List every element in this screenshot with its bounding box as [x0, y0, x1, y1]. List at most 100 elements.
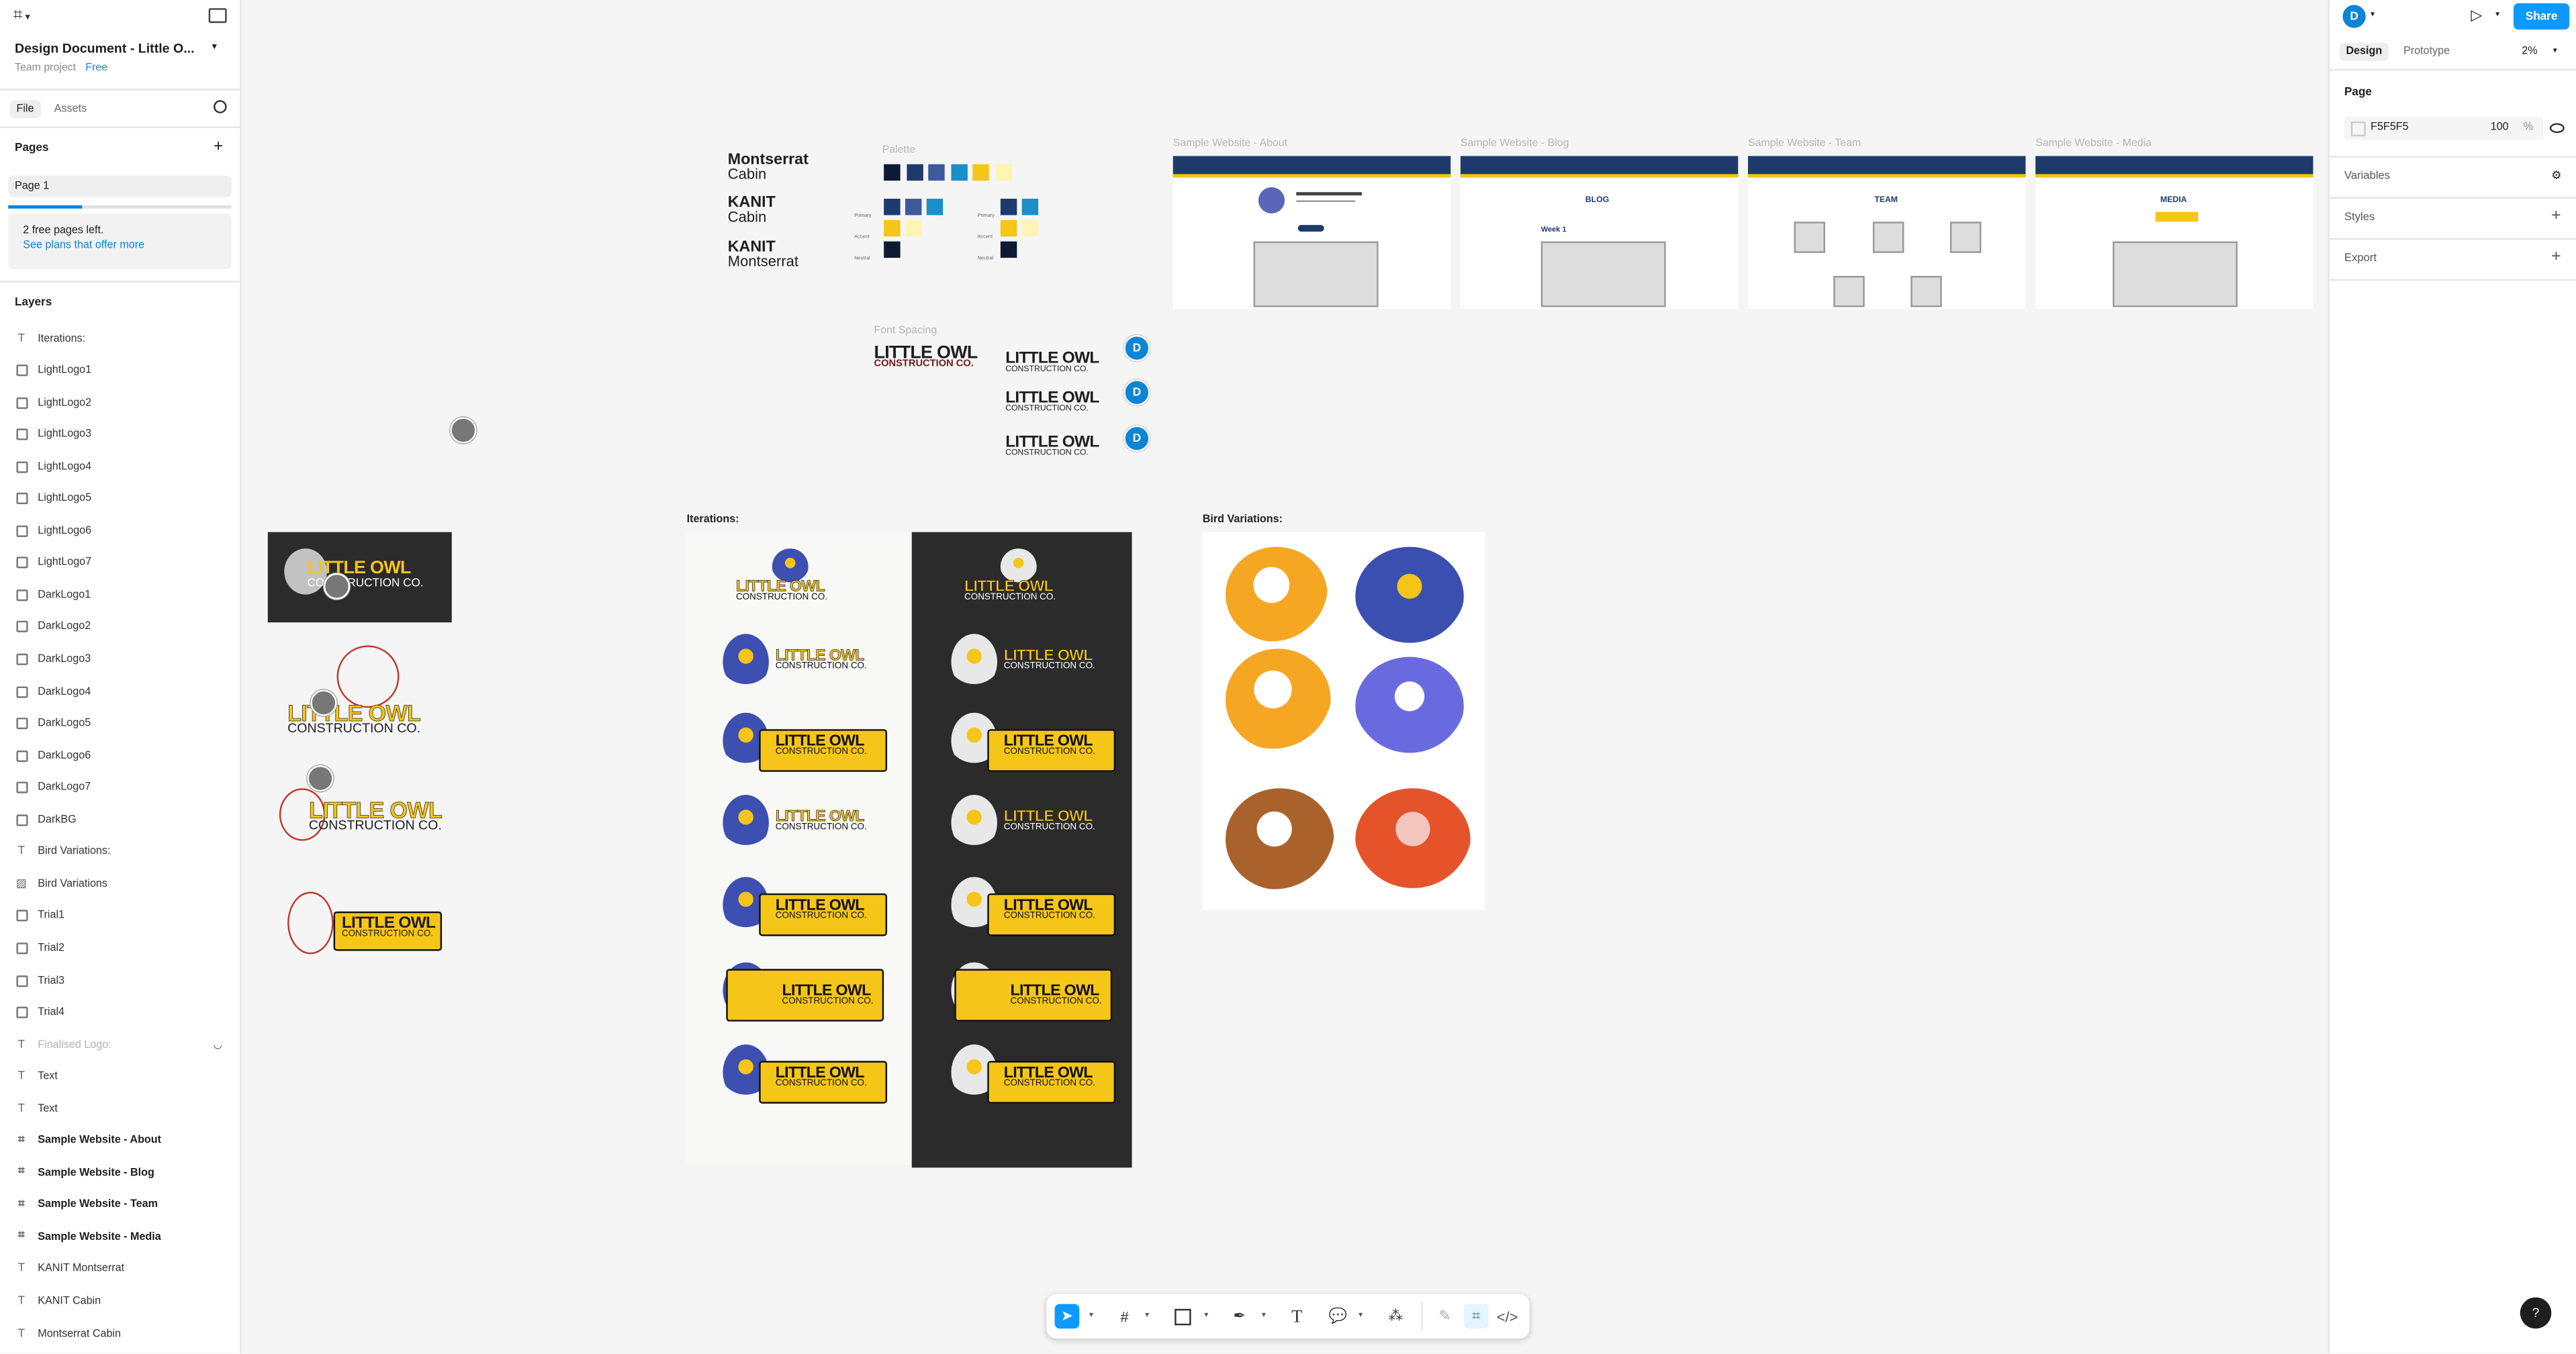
- page-background-field[interactable]: F5F5F5 100 %: [2344, 116, 2544, 140]
- plan-badge[interactable]: Free: [85, 62, 107, 74]
- website-team-frame[interactable]: TEAM: [1747, 156, 2026, 309]
- layer-item[interactable]: T Bird Variations:: [15, 842, 111, 862]
- rectangle-tool-icon[interactable]: [1170, 1304, 1195, 1328]
- variables-settings-icon[interactable]: ⚙: [2551, 169, 2561, 182]
- text-tool-icon[interactable]: T: [1285, 1304, 1309, 1328]
- move-tool-chevron-icon[interactable]: ▾: [1089, 1310, 1093, 1320]
- help-button[interactable]: ?: [2520, 1297, 2552, 1329]
- layer-item[interactable]: ▨ Bird Variations: [15, 874, 107, 893]
- tab-file[interactable]: File: [9, 100, 41, 119]
- layer-item[interactable]: T Iterations:: [15, 328, 86, 348]
- styles-section[interactable]: Styles: [2344, 212, 2375, 224]
- toggle-sidebar-icon[interactable]: [208, 8, 227, 23]
- hidden-eye-icon[interactable]: ◡: [214, 1039, 222, 1051]
- dev-mode-icon[interactable]: </>: [1495, 1304, 1520, 1328]
- layer-item[interactable]: T Text: [15, 1099, 58, 1118]
- frame-label-team[interactable]: Sample Website - Team: [1748, 138, 1861, 149]
- zoom-level[interactable]: 2%: [2522, 46, 2537, 57]
- layer-item[interactable]: LightLogo6: [15, 521, 91, 540]
- font-samples[interactable]: Montserrat Cabin KANIT Cabin KANIT Monts…: [728, 150, 876, 273]
- present-play-icon[interactable]: ▷: [2471, 7, 2482, 25]
- light-logo-iteration[interactable]: LITTLE OWL CONSTRUCTION CO.: [720, 962, 884, 1035]
- dark-logo-iteration[interactable]: LITTLE OWL CONSTRUCTION CO.: [948, 548, 1113, 621]
- layer-item[interactable]: LightLogo4: [15, 457, 91, 477]
- layer-item[interactable]: T KANIT Montserrat: [15, 1259, 125, 1279]
- dark-logo-iteration[interactable]: LITTLE OWL CONSTRUCTION CO.: [948, 1044, 1116, 1117]
- logo-trial-2[interactable]: LITTLE OWL CONSTRUCTION CO.: [279, 645, 460, 752]
- search-icon[interactable]: [214, 100, 227, 113]
- layer-item[interactable]: DarkLogo6: [15, 746, 91, 765]
- layer-item[interactable]: LightLogo5: [15, 489, 91, 508]
- layer-item[interactable]: DarkLogo3: [15, 650, 91, 669]
- iterations-label[interactable]: Iterations:: [687, 514, 739, 526]
- variables-section[interactable]: Variables: [2344, 171, 2390, 182]
- bird-variations-label[interactable]: Bird Variations:: [1203, 514, 1283, 526]
- light-logo-iteration[interactable]: LITTLE OWL CONSTRUCTION CO.: [720, 795, 884, 867]
- dark-logo-iteration[interactable]: LITTLE OWL CONSTRUCTION CO.: [948, 962, 1113, 1035]
- layer-item[interactable]: DarkLogo2: [15, 618, 91, 637]
- palette-frame[interactable]: Palette Primary Accent Neutral Primary A…: [854, 144, 1101, 267]
- move-tool-icon[interactable]: ➤: [1054, 1304, 1080, 1329]
- light-logo-iteration[interactable]: LITTLE OWL CONSTRUCTION CO.: [720, 877, 888, 949]
- collaborator-photo-avatar[interactable]: [310, 689, 337, 716]
- visibility-eye-icon[interactable]: [2549, 123, 2565, 134]
- layer-item[interactable]: ⌗ Sample Website - Media: [15, 1227, 161, 1247]
- layer-item[interactable]: DarkLogo1: [15, 585, 91, 605]
- layer-item[interactable]: Trial1: [15, 906, 64, 926]
- main-menu-button[interactable]: ⌗ ▾: [13, 7, 30, 25]
- layer-item[interactable]: LightLogo7: [15, 553, 91, 573]
- add-export-icon[interactable]: +: [2551, 248, 2561, 266]
- layer-item[interactable]: Trial2: [15, 938, 64, 958]
- layer-item[interactable]: DarkBG: [15, 810, 77, 830]
- layer-item[interactable]: ⌗ Sample Website - Team: [15, 1196, 158, 1215]
- design-mode-icon[interactable]: ⌗: [1463, 1304, 1489, 1329]
- light-logo-iteration[interactable]: LITTLE OWL CONSTRUCTION CO.: [720, 1044, 888, 1117]
- layer-item[interactable]: T KANIT Cabin: [15, 1292, 101, 1311]
- light-logo-iteration[interactable]: LITTLE OWL CONSTRUCTION CO.: [720, 634, 884, 706]
- layer-item[interactable]: DarkLogo7: [15, 778, 91, 797]
- file-title-chevron-icon[interactable]: ▾: [212, 41, 217, 53]
- see-plans-link[interactable]: See plans that offer more: [23, 240, 144, 251]
- light-logo-iteration[interactable]: LITTLE OWL CONSTRUCTION CO.: [720, 712, 888, 785]
- website-media-frame[interactable]: MEDIA: [2035, 156, 2313, 309]
- comment-tool-icon[interactable]: 💬: [1326, 1304, 1350, 1328]
- present-chevron-icon[interactable]: ▾: [2495, 10, 2499, 20]
- collaborator-photo-avatar[interactable]: [323, 573, 351, 599]
- logo-trial-3[interactable]: LITTLE OWL CONSTRUCTION CO.: [279, 781, 460, 847]
- layer-item[interactable]: Trial3: [15, 971, 64, 990]
- page-item[interactable]: Page 1: [8, 175, 232, 197]
- share-button[interactable]: Share: [2513, 3, 2570, 30]
- layer-item[interactable]: LightLogo1: [15, 360, 91, 380]
- rectangle-tool-chevron-icon[interactable]: ▾: [1204, 1310, 1208, 1320]
- layer-item[interactable]: DarkLogo4: [15, 681, 91, 701]
- font-spacing-frame[interactable]: Font Spacing LITTLE OWL CONSTRUCTION CO.…: [871, 325, 1117, 473]
- user-avatar[interactable]: D: [2342, 5, 2366, 28]
- frame-label-about[interactable]: Sample Website - About: [1173, 138, 1287, 149]
- collaborator-avatar[interactable]: D: [1123, 335, 1150, 362]
- frame-label-blog[interactable]: Sample Website - Blog: [1461, 138, 1569, 149]
- tab-design[interactable]: Design: [2339, 42, 2389, 61]
- collaborator-photo-avatar[interactable]: [307, 765, 334, 792]
- collaborator-avatar[interactable]: D: [1123, 425, 1150, 452]
- zoom-chevron-icon[interactable]: ▾: [2553, 46, 2557, 56]
- logo-trial-4[interactable]: LITTLE OWL CONSTRUCTION CO.: [287, 891, 452, 957]
- layer-item[interactable]: T Montserrat Cabin: [15, 1324, 121, 1343]
- user-menu-chevron-icon[interactable]: ▾: [2371, 10, 2375, 20]
- frame-tool-chevron-icon[interactable]: ▾: [1145, 1310, 1149, 1320]
- layer-item[interactable]: T Text: [15, 1067, 58, 1086]
- pen-tool-chevron-icon[interactable]: ▾: [1262, 1310, 1266, 1320]
- add-style-icon[interactable]: +: [2551, 207, 2561, 225]
- dark-logo-iteration[interactable]: LITTLE OWL CONSTRUCTION CO.: [948, 712, 1116, 785]
- page-background-opacity[interactable]: 100: [2491, 122, 2509, 133]
- website-blog-frame[interactable]: BLOG Week 1: [1460, 156, 1739, 309]
- comment-tool-chevron-icon[interactable]: ▾: [1359, 1310, 1363, 1320]
- file-title[interactable]: Design Document - Little O...: [15, 41, 194, 56]
- layer-item[interactable]: ⌗ Sample Website - Blog: [15, 1163, 154, 1183]
- pen-tool-icon[interactable]: ✒: [1227, 1304, 1252, 1328]
- dark-logo-iteration[interactable]: LITTLE OWL CONSTRUCTION CO.: [948, 634, 1113, 706]
- frame-tool-icon[interactable]: #: [1112, 1304, 1137, 1328]
- color-swatch[interactable]: [2350, 122, 2366, 137]
- add-page-icon[interactable]: +: [214, 138, 223, 156]
- actions-tool-icon[interactable]: ⁂: [1383, 1304, 1408, 1328]
- page-background-hex[interactable]: F5F5F5: [2371, 122, 2408, 133]
